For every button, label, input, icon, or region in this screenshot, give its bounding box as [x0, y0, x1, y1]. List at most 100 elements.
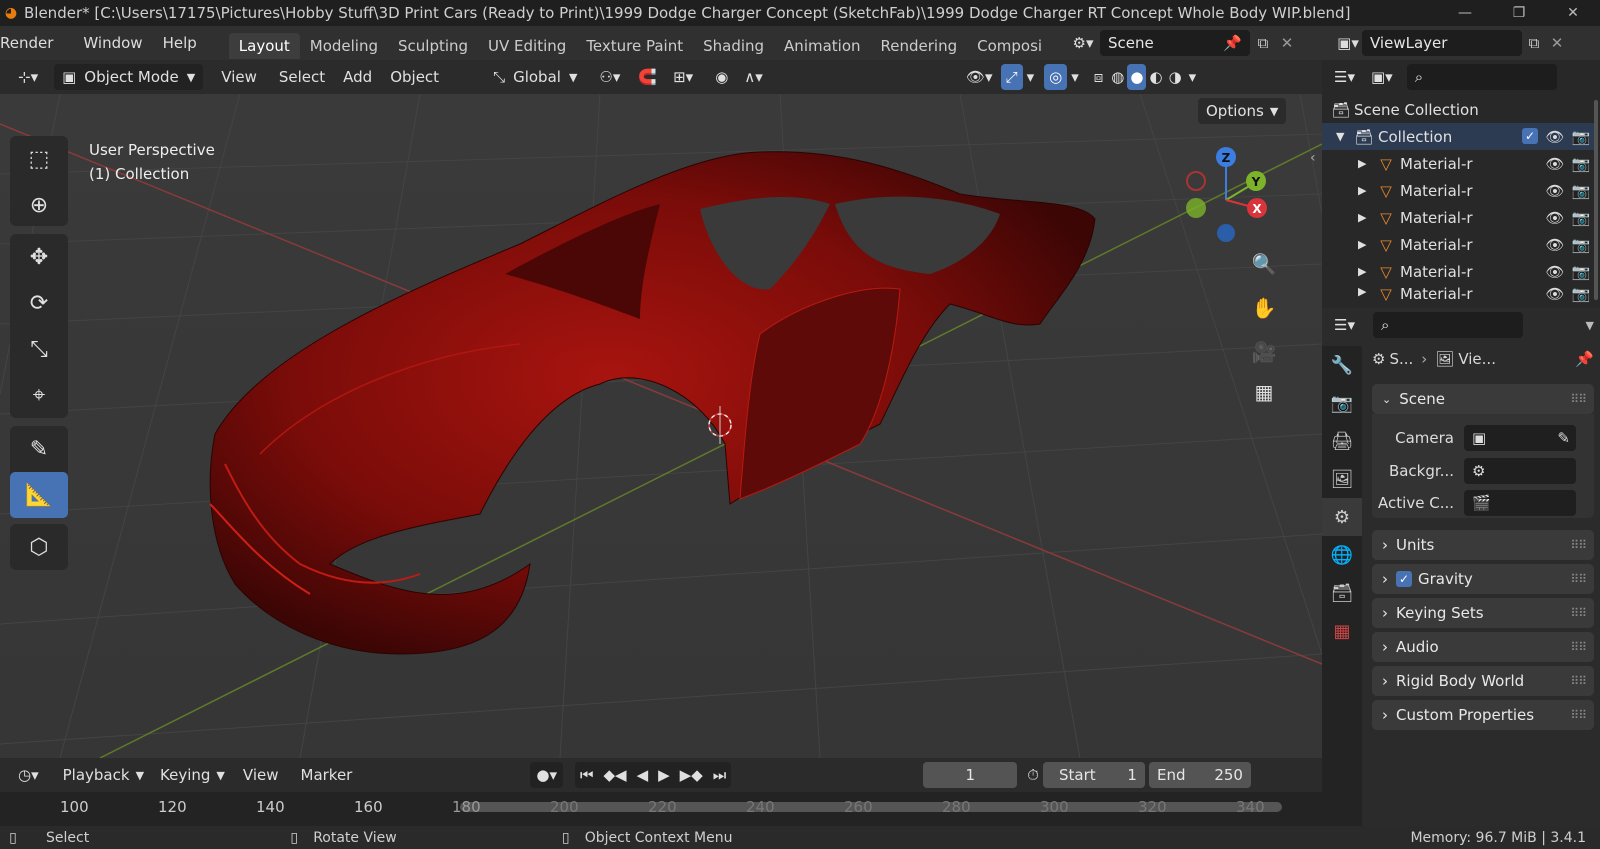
menu-window[interactable]: Window [75, 34, 150, 52]
transform-tool-icon[interactable]: ⌖ [10, 372, 68, 418]
timeline-editor-type-icon[interactable]: ◷▾ [10, 762, 47, 788]
add-cube-tool-icon[interactable]: ⬡ [10, 524, 68, 570]
menu-render[interactable]: Render [0, 34, 61, 52]
pivot-point-icon[interactable]: ⚇▾ [591, 64, 628, 90]
prev-keyframe-icon[interactable]: ◆◀ [598, 762, 632, 788]
pin-icon[interactable]: 📌 [1575, 350, 1594, 368]
outliner-item[interactable]: ▶ ▽ Material-r 👁 📷 [1328, 204, 1594, 231]
tab-layout[interactable]: Layout [228, 33, 300, 59]
record-keyframe-icon[interactable]: ●▾ [530, 762, 563, 788]
outliner-item[interactable]: ▶ ▽ Material-r 👁 📷 [1328, 231, 1594, 258]
eye-icon[interactable]: 👁 [1542, 182, 1568, 200]
scene-tab-icon[interactable]: ⚙ [1322, 498, 1362, 536]
collapse-arrow-icon[interactable]: ▼ [1336, 130, 1350, 143]
collection-row[interactable]: ▼ 🗃 Collection ✓ 👁 📷 [1322, 123, 1594, 150]
outliner-search-input[interactable]: ⌕ [1406, 64, 1557, 90]
play-icon[interactable]: ▶ [653, 762, 675, 788]
menu-playback[interactable]: Playback ▼ [55, 762, 152, 788]
drag-handle-icon[interactable]: ⠿⠿ [1570, 708, 1587, 722]
output-tab-icon[interactable]: 🖨 [1322, 422, 1362, 460]
camera-view-icon[interactable]: 🎥 [1246, 334, 1282, 370]
render-tab-icon[interactable]: 📷 [1322, 384, 1362, 422]
wireframe-shading-icon[interactable]: ◍ [1108, 64, 1127, 90]
gravity-checkbox[interactable]: ✓ [1396, 571, 1412, 587]
eye-icon[interactable]: 👁 [1542, 285, 1568, 303]
camera-icon[interactable]: 📷 [1568, 236, 1594, 254]
texture-tab-icon[interactable]: ▦ [1322, 612, 1362, 650]
menu-view[interactable]: View [213, 64, 265, 90]
falloff-icon[interactable]: ∧▾ [736, 64, 771, 90]
snap-icon[interactable]: 🧲 [630, 64, 665, 90]
annotate-tool-icon[interactable]: ✎ [10, 426, 68, 472]
outliner-item[interactable]: ▶ ▽ Material-r 👁 📷 [1328, 177, 1594, 204]
eye-icon[interactable]: 👁 [1542, 155, 1568, 173]
delete-scene-icon[interactable]: ✕ [1276, 34, 1298, 52]
stopwatch-icon[interactable]: ⏱ [1023, 762, 1043, 788]
close-button[interactable]: ✕ [1546, 5, 1600, 21]
menu-marker[interactable]: Marker [293, 762, 361, 788]
panel-audio[interactable]: › Audio ⠿⠿ [1372, 632, 1594, 662]
timeline-ruler[interactable]: 100 120 140 160 180 200 220 240 260 280 … [0, 792, 1322, 826]
expand-arrow-icon[interactable]: ▶ [1358, 211, 1372, 224]
expand-arrow-icon[interactable]: ▶ [1358, 265, 1372, 278]
view-layer-tab-icon[interactable]: 🖼 [1322, 460, 1362, 498]
orientation-dropdown[interactable]: ⤡ Global ▼ [485, 64, 585, 90]
shading-dropdown[interactable]: ▾ [1185, 64, 1201, 90]
expand-arrow-icon[interactable]: ▶ [1358, 184, 1372, 197]
scale-tool-icon[interactable]: ⤡ [10, 326, 68, 372]
navigation-gizmo[interactable]: Z Y X [1180, 144, 1280, 244]
measure-tool-icon[interactable]: 📐 [10, 472, 68, 518]
eye-icon[interactable]: 👁 [1542, 128, 1568, 146]
camera-icon[interactable]: 📷 [1568, 285, 1594, 303]
visibility-icon[interactable]: 👁▾ [958, 64, 1001, 90]
tab-rendering[interactable]: Rendering [871, 33, 968, 59]
expand-arrow-icon[interactable]: ▶ [1358, 238, 1372, 251]
panel-keying-sets[interactable]: › Keying Sets ⠿⠿ [1372, 598, 1594, 628]
drag-handle-icon[interactable]: ⠿⠿ [1570, 640, 1587, 654]
rotate-tool-icon[interactable]: ⟳ [10, 280, 68, 326]
scene-icon[interactable]: ⚙▾ [1066, 34, 1100, 52]
viewlayer-icon[interactable]: ▣▾ [1334, 34, 1362, 52]
scene-name-field[interactable]: Scene 📌 [1100, 30, 1250, 56]
expand-arrow-icon[interactable]: ▶ [1358, 285, 1372, 298]
drag-handle-icon[interactable]: ⠿⠿ [1570, 538, 1587, 552]
menu-select[interactable]: Select [271, 64, 333, 90]
drag-handle-icon[interactable]: ⠿⠿ [1570, 606, 1587, 620]
material-shading-icon[interactable]: ◐ [1146, 64, 1165, 90]
overlays-dropdown[interactable]: ▾ [1067, 64, 1083, 90]
background-scene-field[interactable]: ⚙ [1464, 458, 1576, 484]
properties-search-input[interactable]: ⌕ [1372, 312, 1523, 338]
end-frame-field[interactable]: End 250 [1148, 762, 1251, 788]
move-tool-icon[interactable]: ✥ [10, 234, 68, 280]
new-viewlayer-icon[interactable]: ⧉ [1522, 34, 1546, 52]
outliner-item[interactable]: ▶ ▽ Material-r 👁 📷 [1328, 258, 1594, 285]
outliner-item[interactable]: ▶ ▽ Material-r 👁 📷 [1328, 150, 1594, 177]
scene-collection-row[interactable]: 🗃 Scene Collection [1328, 96, 1594, 123]
solid-shading-icon[interactable]: ● [1127, 64, 1147, 90]
tab-uv-editing[interactable]: UV Editing [478, 33, 576, 59]
eye-icon[interactable]: 👁 [1542, 263, 1568, 281]
options-dropdown[interactable]: Options ▼ [1198, 98, 1287, 124]
active-clip-field[interactable]: 🎬 [1464, 490, 1576, 516]
world-tab-icon[interactable]: 🌐 [1322, 536, 1362, 574]
camera-icon[interactable]: 📷 [1568, 209, 1594, 227]
zoom-view-icon[interactable]: 🔍 [1246, 246, 1282, 282]
eye-icon[interactable]: 👁 [1542, 236, 1568, 254]
eyedropper-icon[interactable]: ✎ [1557, 429, 1570, 447]
menu-keying[interactable]: Keying ▼ [152, 762, 233, 788]
camera-icon[interactable]: 📷 [1568, 155, 1594, 173]
play-reverse-icon[interactable]: ◀ [631, 762, 654, 788]
select-box-tool-icon[interactable]: ⬚ [10, 136, 68, 182]
jump-start-icon[interactable]: ⏮ [574, 762, 599, 788]
next-keyframe-icon[interactable]: ▶◆ [674, 762, 708, 788]
sidebar-toggle-icon[interactable]: ‹ [1310, 150, 1316, 166]
tool-tab-icon[interactable]: 🔧 [1322, 346, 1362, 384]
proportional-edit-icon[interactable]: ◉ [707, 64, 736, 90]
menu-add[interactable]: Add [335, 64, 380, 90]
mode-dropdown[interactable]: ▣ Object Mode ▼ [54, 64, 204, 90]
tab-modeling[interactable]: Modeling [300, 33, 388, 59]
chevron-down-icon[interactable]: ▼ [1586, 319, 1594, 332]
current-frame-field[interactable]: 1 [923, 762, 1018, 788]
minimize-button[interactable]: — [1438, 5, 1492, 21]
xray-icon[interactable]: ⧈ [1089, 64, 1109, 90]
